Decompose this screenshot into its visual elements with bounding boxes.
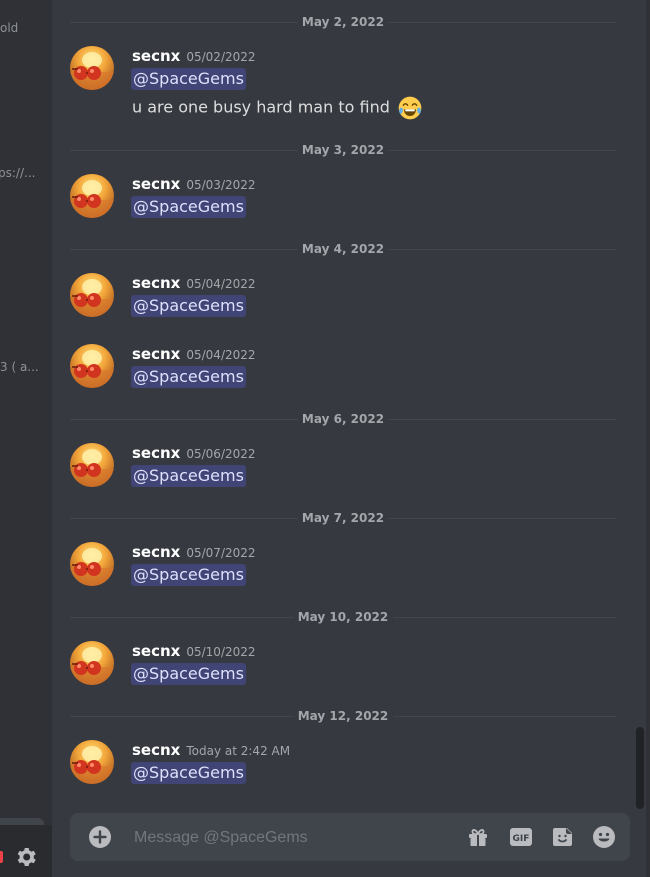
date-divider-label: May 7, 2022 [297,510,389,526]
user-panel [0,825,52,877]
avatar[interactable] [70,174,114,218]
chat-messages: May 2, 2022 secnx 05/02/2022 @SpaceGems u… [52,0,650,877]
avatar[interactable] [70,273,114,317]
message-timestamp: 05/04/2022 [186,277,256,291]
date-divider: May 12, 2022 [70,708,616,724]
date-divider-label: May 10, 2022 [293,609,393,625]
sidebar-fragment[interactable]: ps://... [0,166,35,180]
gear-icon[interactable] [14,845,38,869]
user-mention[interactable]: @SpaceGems [131,762,246,784]
date-divider: May 4, 2022 [70,241,616,257]
date-divider: May 3, 2022 [70,142,616,158]
date-divider-label: May 4, 2022 [297,241,389,257]
avatar-image [70,443,114,487]
date-divider-label: May 3, 2022 [297,142,389,158]
gif-icon[interactable]: GIF [509,825,533,849]
sidebar-fragment[interactable]: 3 ( a... [0,360,39,374]
avatar-image [70,740,114,784]
message-author[interactable]: secnx [132,642,180,660]
date-divider: May 10, 2022 [70,609,616,625]
status-indicator [0,851,3,863]
user-mention[interactable]: @SpaceGems [131,663,246,685]
message-timestamp: Today at 2:42 AM [186,744,291,758]
message-text: u are one busy hard man to find [132,97,390,117]
user-mention[interactable]: @SpaceGems [131,564,246,586]
message-author[interactable]: secnx [132,175,180,193]
avatar-image [70,641,114,685]
message-author[interactable]: secnx [132,274,180,292]
sticker-icon[interactable] [551,825,575,849]
user-mention[interactable]: @SpaceGems [131,295,246,317]
message-content: u are one busy hard man to find [132,96,422,120]
date-divider: May 6, 2022 [70,411,616,427]
message-timestamp: 05/04/2022 [186,348,256,362]
avatar[interactable] [70,46,114,90]
avatar[interactable] [70,344,114,388]
avatar[interactable] [70,641,114,685]
avatar-image [70,46,114,90]
sidebar-fragment[interactable]: old [0,21,18,35]
avatar-image [70,344,114,388]
message-author[interactable]: secnx [132,47,180,65]
date-divider-label: May 6, 2022 [297,411,389,427]
date-divider: May 2, 2022 [70,14,616,30]
date-divider: May 7, 2022 [70,510,616,526]
avatar-image [70,174,114,218]
avatar[interactable] [70,740,114,784]
avatar-image [70,542,114,586]
message-author[interactable]: secnx [132,345,180,363]
message-author[interactable]: secnx [132,543,180,561]
channel-sidebar: old ps://... 3 ( a... [0,0,52,877]
message-composer: GIF [70,813,630,863]
user-mention[interactable]: @SpaceGems [131,465,246,487]
user-mention[interactable]: @SpaceGems [131,366,246,388]
message-timestamp: 05/10/2022 [186,645,256,659]
right-panel-edge [646,0,650,877]
date-divider-label: May 2, 2022 [297,14,389,30]
message-author[interactable]: secnx [132,444,180,462]
message-timestamp: 05/07/2022 [186,546,256,560]
avatar-image [70,273,114,317]
message-input[interactable] [132,813,436,863]
gift-icon[interactable] [466,825,490,849]
emoji-icon[interactable] [592,825,616,849]
user-mention[interactable]: @SpaceGems [131,68,246,90]
message-timestamp: 05/06/2022 [186,447,256,461]
joy-emoji-icon[interactable] [398,96,422,120]
avatar[interactable] [70,443,114,487]
date-divider-label: May 12, 2022 [293,708,393,724]
avatar[interactable] [70,542,114,586]
gif-label: GIF [513,834,530,844]
user-mention[interactable]: @SpaceGems [131,196,246,218]
scrollbar-thumb[interactable] [636,727,644,809]
message-timestamp: 05/03/2022 [186,178,256,192]
message-author[interactable]: secnx [132,741,180,759]
message-timestamp: 05/02/2022 [186,50,256,64]
add-attachment-icon[interactable] [88,825,112,849]
